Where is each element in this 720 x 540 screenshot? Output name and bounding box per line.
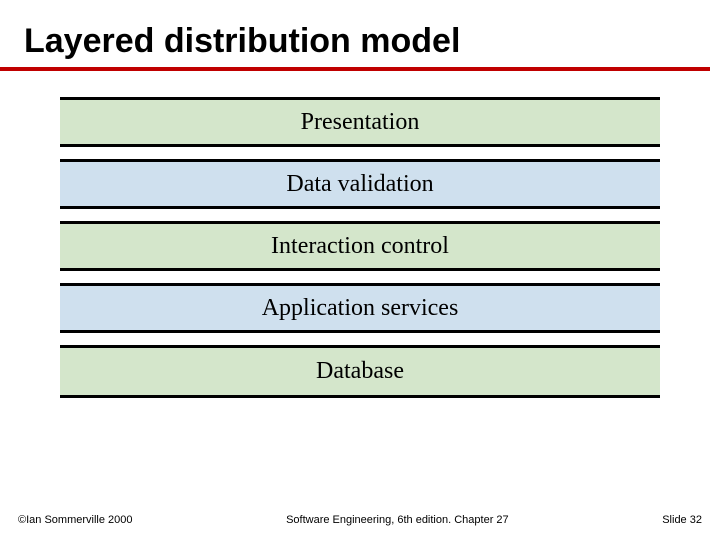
layered-diagram: Presentation Data validation Interaction… <box>60 97 660 398</box>
layer-data-validation: Data validation <box>60 162 660 209</box>
footer-copyright: ©Ian Sommerville 2000 <box>18 514 133 526</box>
footer-chapter: Software Engineering, 6th edition. Chapt… <box>286 514 509 526</box>
footer-slide-number: Slide 32 <box>662 514 702 526</box>
layer-presentation: Presentation <box>60 100 660 147</box>
layer-gap <box>60 271 660 286</box>
layer-gap <box>60 209 660 224</box>
layer-gap <box>60 333 660 348</box>
layer-gap <box>60 147 660 162</box>
layer-application-services: Application services <box>60 286 660 333</box>
slide-title: Layered distribution model <box>0 0 710 71</box>
layer-database: Database <box>60 348 660 395</box>
footer: ©Ian Sommerville 2000 Software Engineeri… <box>0 514 720 526</box>
layer-interaction-control: Interaction control <box>60 224 660 271</box>
